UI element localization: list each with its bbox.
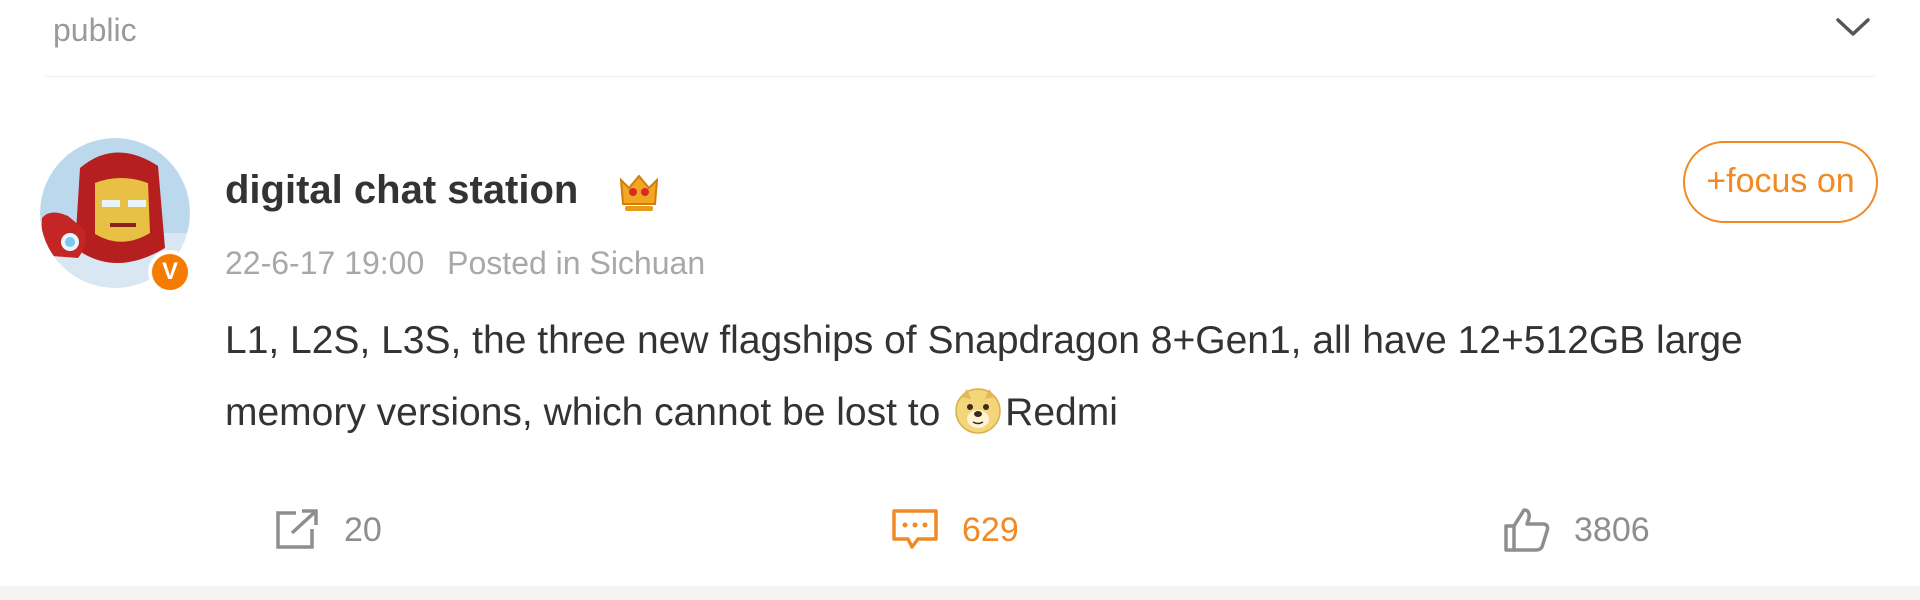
comment-icon bbox=[892, 509, 938, 549]
post-timestamp[interactable]: 22-6-17 19:00 bbox=[225, 245, 424, 281]
thumbs-up-icon bbox=[1504, 508, 1550, 552]
share-icon bbox=[276, 509, 318, 549]
doge-icon bbox=[955, 388, 1001, 434]
author-name[interactable]: digital chat station bbox=[225, 168, 578, 213]
visibility-label: public bbox=[53, 12, 137, 48]
collapse-toggle[interactable] bbox=[1828, 8, 1878, 48]
comment-count: 629 bbox=[962, 510, 1019, 549]
post-text-mention: Redmi bbox=[1005, 391, 1118, 434]
post-location: Posted in Sichuan bbox=[447, 245, 706, 281]
crown-badge-icon bbox=[619, 174, 659, 211]
repost-button[interactable]: 20 bbox=[272, 500, 382, 560]
post-content: L1, L2S, L3S, the three new flagships of… bbox=[225, 305, 1875, 449]
weibo-post-card: public V digital chat station +focus on … bbox=[0, 0, 1920, 600]
like-count: 3806 bbox=[1574, 510, 1650, 549]
comment-button[interactable]: 629 bbox=[890, 500, 1019, 560]
card-bottom-separator bbox=[0, 586, 1920, 600]
header-divider bbox=[45, 76, 1875, 77]
verified-badge: V bbox=[148, 250, 192, 294]
chevron-down-icon bbox=[1836, 18, 1870, 36]
repost-count: 20 bbox=[344, 510, 382, 549]
like-button[interactable]: 3806 bbox=[1502, 500, 1650, 560]
follow-button[interactable]: +focus on bbox=[1683, 141, 1878, 223]
post-meta: 22-6-17 19:00 Posted in Sichuan bbox=[225, 245, 705, 282]
